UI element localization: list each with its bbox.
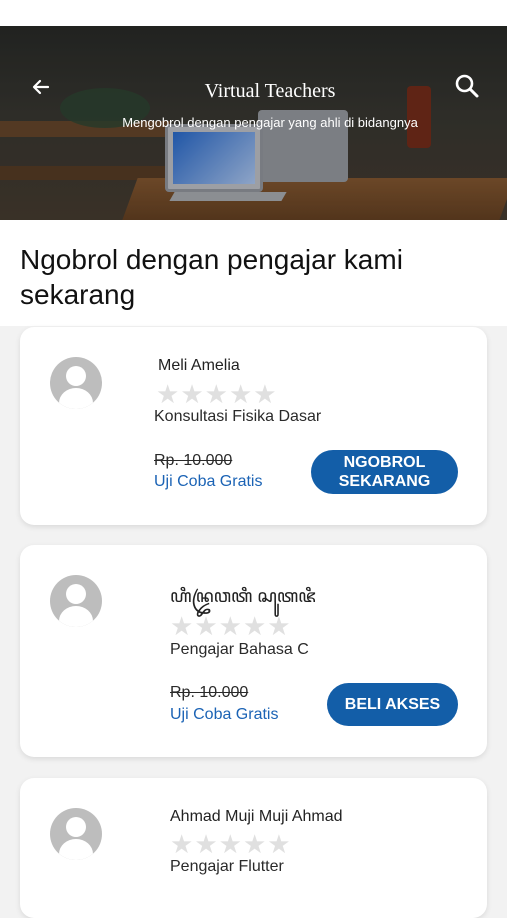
star-icon: ★ [180,379,204,409]
teacher-subject: Pengajar Flutter [170,858,284,875]
teacher-name: Meli Amelia [158,357,240,374]
teacher-card[interactable]: Ahmad Muji Muji Ahmad ★★★★★ Pengajar Flu… [20,778,487,918]
buy-access-button[interactable]: BELI AKSES [327,683,458,726]
rating-stars: ★★★★★ [170,829,292,859]
teacher-card[interactable]: ꦲꦶꦤ꧀ꦢꦿꦮꦠꦶ ꦱꦸꦠꦗꦶ ★★★★★ Pengajar Bahasa C … [20,545,487,757]
star-icon: ★ [218,611,242,641]
star-icon: ★ [242,611,267,641]
status-bar [0,0,507,26]
star-icon: ★ [204,379,228,409]
section-heading: Ngobrol dengan pengajar kami sekarang [0,220,507,326]
star-icon: ★ [267,611,291,641]
star-icon: ★ [170,829,194,859]
original-price: Rp. 10.000 [170,684,249,701]
arrow-back-icon[interactable] [28,74,54,100]
star-icon: ★ [242,829,267,859]
header-banner: Virtual Teachers Mengobrol dengan pengaj… [0,26,507,220]
teacher-card[interactable]: Meli Amelia ★★★★★ Konsultasi Fisika Dasa… [20,327,487,525]
teacher-name: Ahmad Muji Muji Ahmad [170,808,343,825]
star-icon: ★ [156,379,180,409]
star-icon: ★ [253,379,277,409]
teacher-subject: Konsultasi Fisika Dasar [154,408,322,425]
search-icon[interactable] [453,72,481,100]
teacher-subject: Pengajar Bahasa C [170,641,309,658]
free-trial-label[interactable]: Uji Coba Gratis [154,473,262,491]
star-icon: ★ [267,829,291,859]
star-icon: ★ [170,611,194,641]
star-icon: ★ [194,829,218,859]
avatar [50,575,102,627]
section-title: Ngobrol dengan pengajar kami sekarang [20,244,403,310]
page-subtitle: Mengobrol dengan pengajar yang ahli di b… [122,115,418,130]
chat-now-button[interactable]: NGOBROL SEKARANG [311,450,458,494]
avatar [50,808,102,860]
page-title: Virtual Teachers [204,80,336,102]
original-price: Rp. 10.000 [154,452,233,469]
rating-stars: ★★★★★ [170,611,292,641]
star-icon: ★ [218,829,242,859]
rating-stars: ★★★★★ [156,379,278,409]
star-icon: ★ [228,379,253,409]
free-trial-label[interactable]: Uji Coba Gratis [170,706,278,724]
avatar [50,357,102,409]
star-icon: ★ [194,611,218,641]
